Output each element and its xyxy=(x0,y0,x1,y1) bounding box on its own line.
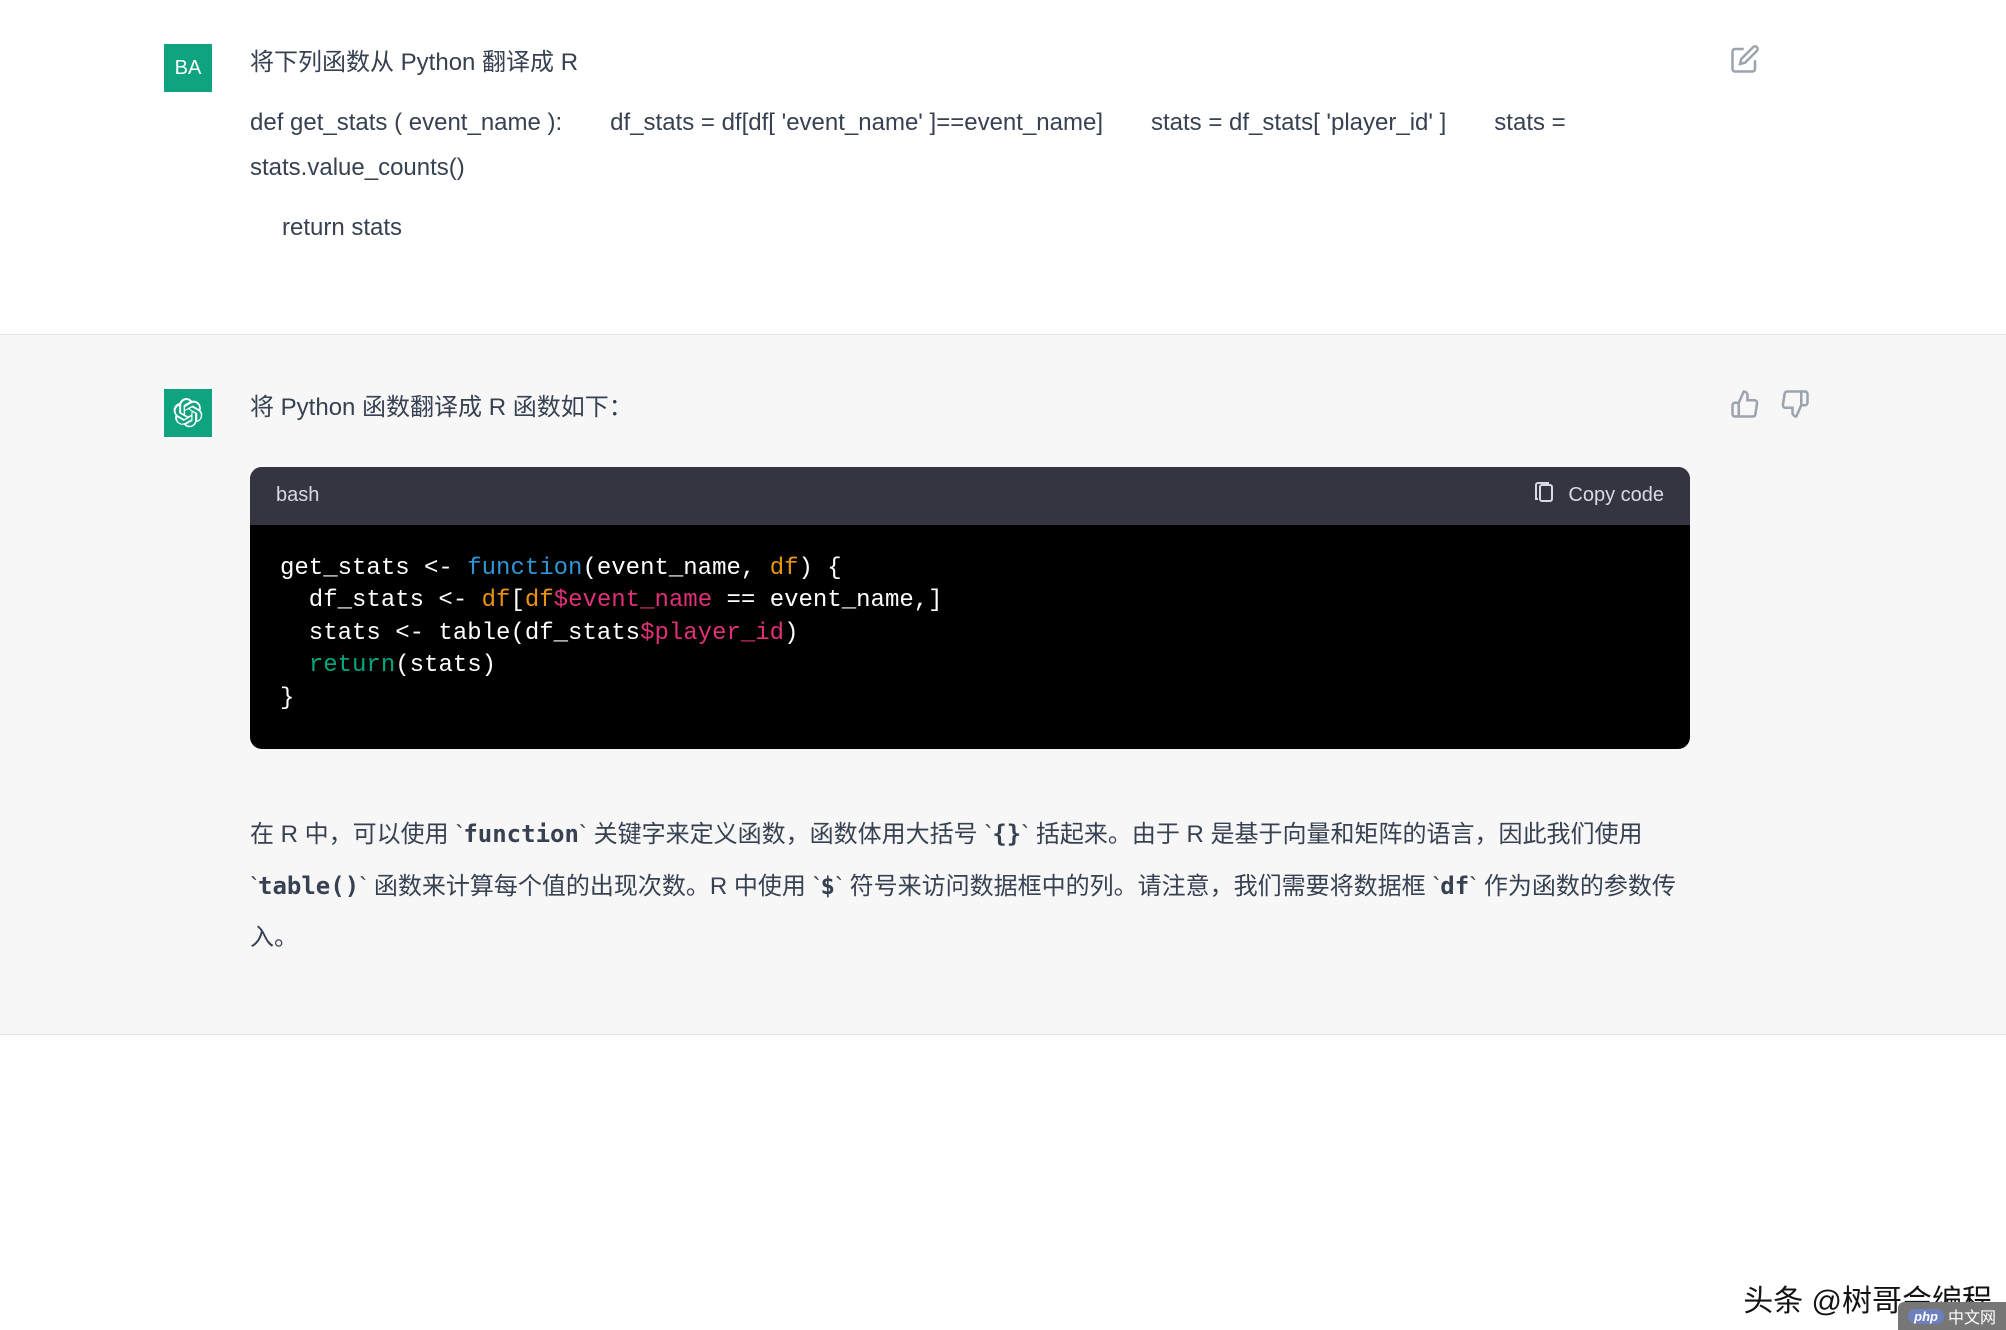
assistant-gutter xyxy=(0,385,250,963)
user-code-line-1: def get_stats ( event_name ): df_stats =… xyxy=(250,100,1690,191)
edit-icon[interactable] xyxy=(1730,44,1760,264)
user-prompt-title: 将下列函数从 Python 翻译成 R xyxy=(250,40,1690,86)
assistant-message: 将 Python 函数翻译成 R 函数如下： bash Copy code ge… xyxy=(0,335,2006,1034)
thumbs-up-icon[interactable] xyxy=(1730,389,1760,963)
thumbs-down-icon[interactable] xyxy=(1780,389,1810,963)
copy-code-label: Copy code xyxy=(1568,484,1664,507)
copy-code-button[interactable]: Copy code xyxy=(1532,481,1664,511)
site-badge: php 中文网 xyxy=(1898,1302,2006,1330)
user-message: BA 将下列函数从 Python 翻译成 R def get_stats ( e… xyxy=(0,0,2006,335)
assistant-content: 将 Python 函数翻译成 R 函数如下： bash Copy code ge… xyxy=(250,385,1690,963)
assistant-actions xyxy=(1690,385,2006,963)
code-language-label: bash xyxy=(276,484,319,507)
user-actions xyxy=(1690,40,2006,264)
assistant-avatar xyxy=(164,389,212,437)
user-content: 将下列函数从 Python 翻译成 R def get_stats ( even… xyxy=(250,40,1690,264)
site-badge-text: 中文网 xyxy=(1948,1304,1996,1328)
user-gutter: BA xyxy=(0,40,250,264)
code-block: bash Copy code get_stats <- function(eve… xyxy=(250,467,1690,749)
user-avatar: BA xyxy=(164,44,212,92)
user-code-line-2: return stats xyxy=(282,205,1690,251)
php-logo-icon: php xyxy=(1908,1309,1944,1324)
clipboard-icon xyxy=(1532,481,1556,511)
assistant-explanation: 在 R 中，可以使用 `function` 关键字来定义函数，函数体用大括号 `… xyxy=(250,809,1690,964)
assistant-intro: 将 Python 函数翻译成 R 函数如下： xyxy=(250,385,1690,431)
code-header: bash Copy code xyxy=(250,467,1690,525)
code-content: get_stats <- function(event_name, df) { … xyxy=(250,525,1690,749)
